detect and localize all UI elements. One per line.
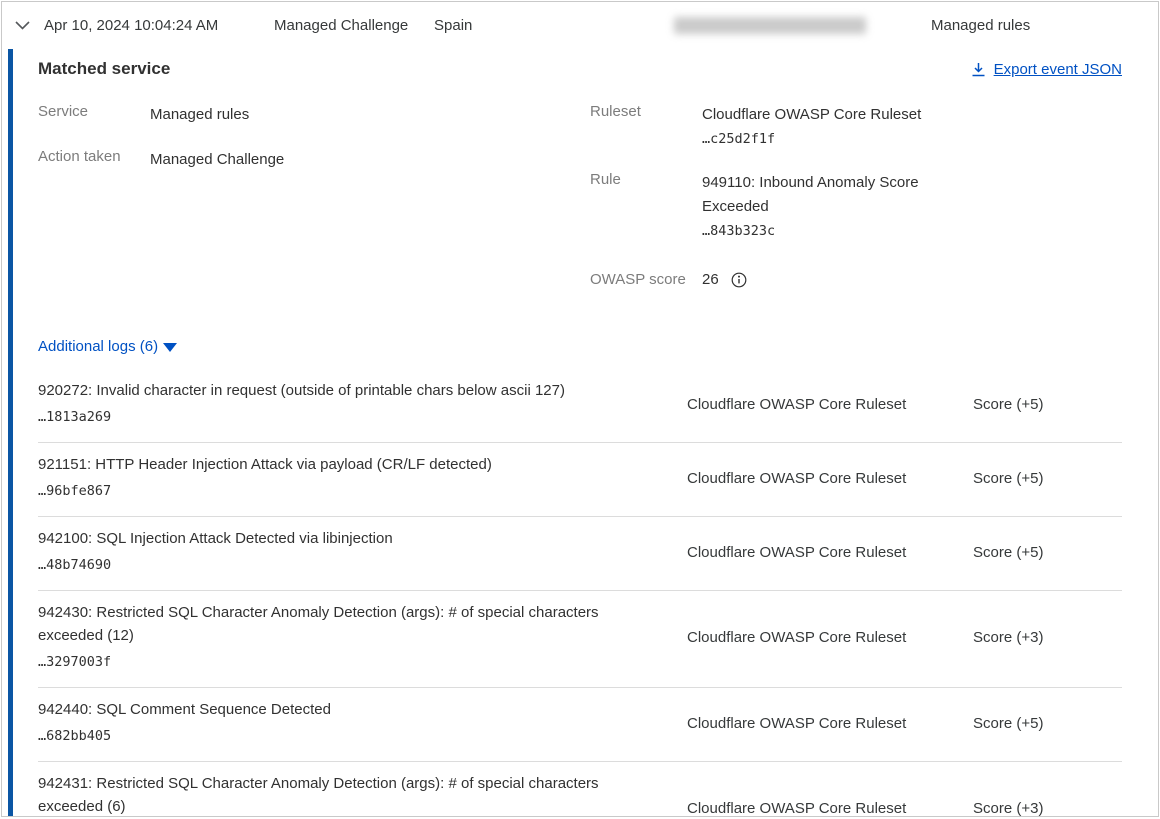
log-row: 942440: SQL Comment Sequence Detected …6… <box>38 688 1122 762</box>
rule-label: Rule <box>590 171 702 243</box>
log-ruleset: Cloudflare OWASP Core Ruleset <box>651 396 973 413</box>
log-rule-id: …1813a269 <box>38 405 651 429</box>
log-description: 942100: SQL Injection Attack Detected vi… <box>38 527 651 550</box>
log-ruleset: Cloudflare OWASP Core Ruleset <box>651 544 973 561</box>
owasp-score-field: OWASP score 26 <box>590 271 1122 288</box>
rule-value: 949110: Inbound Anomaly Score Exceeded <box>702 171 942 219</box>
log-description: 942440: SQL Comment Sequence Detected <box>38 698 651 721</box>
additional-logs-list: 920272: Invalid character in request (ou… <box>38 369 1122 817</box>
info-icon[interactable] <box>731 272 747 288</box>
owasp-score-value: 26 <box>702 271 719 288</box>
event-detail-panel: Matched service Export event JSON Servic… <box>2 49 1158 817</box>
download-icon <box>971 62 986 77</box>
log-description: 920272: Invalid character in request (ou… <box>38 379 651 402</box>
event-timestamp: Apr 10, 2024 10:04:24 AM <box>44 17 274 34</box>
ruleset-value: Cloudflare OWASP Core Ruleset <box>702 103 921 127</box>
log-score: Score (+5) <box>973 544 1122 561</box>
panel-title: Matched service <box>38 59 170 79</box>
log-score: Score (+5) <box>973 715 1122 732</box>
action-taken-label: Action taken <box>38 148 150 172</box>
log-score: Score (+5) <box>973 470 1122 487</box>
log-ruleset: Cloudflare OWASP Core Ruleset <box>651 470 973 487</box>
ruleset-field: Ruleset Cloudflare OWASP Core Ruleset …c… <box>590 103 1122 151</box>
service-label: Service <box>38 103 150 127</box>
additional-logs-toggle[interactable]: Additional logs (6) <box>38 338 158 355</box>
service-field: Service Managed rules <box>38 103 590 127</box>
export-event-json-label: Export event JSON <box>994 61 1122 78</box>
rule-field: Rule 949110: Inbound Anomaly Score Excee… <box>590 171 1122 243</box>
log-rule-id: …48b74690 <box>38 553 651 577</box>
event-country: Spain <box>434 17 674 34</box>
ruleset-id: …c25d2f1f <box>702 127 921 151</box>
ruleset-label: Ruleset <box>590 103 702 151</box>
action-taken-field: Action taken Managed Challenge <box>38 148 590 172</box>
log-rule-id: …682bb405 <box>38 724 651 748</box>
event-row-header[interactable]: Apr 10, 2024 10:04:24 AM Managed Challen… <box>2 2 1158 49</box>
selected-row-indicator-bar <box>8 49 13 817</box>
log-description: 942431: Restricted SQL Character Anomaly… <box>38 772 651 817</box>
log-row: 942431: Restricted SQL Character Anomaly… <box>38 762 1122 817</box>
log-row: 942430: Restricted SQL Character Anomaly… <box>38 591 1122 688</box>
triangle-down-icon[interactable] <box>163 343 177 352</box>
redacted-hostname <box>674 17 866 34</box>
action-taken-value: Managed Challenge <box>150 148 284 172</box>
matched-service-fields: Service Managed rules Action taken Manag… <box>38 103 1122 308</box>
service-value: Managed rules <box>150 103 249 127</box>
log-rule-id: …96bfe867 <box>38 479 651 503</box>
log-ruleset: Cloudflare OWASP Core Ruleset <box>651 715 973 732</box>
log-row: 920272: Invalid character in request (ou… <box>38 369 1122 443</box>
export-event-json-link[interactable]: Export event JSON <box>971 61 1122 78</box>
log-row: 921151: HTTP Header Injection Attack via… <box>38 443 1122 517</box>
chevron-down-icon[interactable] <box>15 17 32 34</box>
event-action-taken: Managed Challenge <box>274 17 434 34</box>
log-description: 921151: HTTP Header Injection Attack via… <box>38 453 651 476</box>
log-description: 942430: Restricted SQL Character Anomaly… <box>38 601 651 647</box>
event-service: Managed rules <box>931 17 1158 34</box>
log-ruleset: Cloudflare OWASP Core Ruleset <box>651 800 973 817</box>
owasp-score-label: OWASP score <box>590 271 702 288</box>
log-score: Score (+3) <box>973 800 1122 817</box>
log-row: 942100: SQL Injection Attack Detected vi… <box>38 517 1122 591</box>
log-score: Score (+5) <box>973 396 1122 413</box>
log-score: Score (+3) <box>973 629 1122 646</box>
log-ruleset: Cloudflare OWASP Core Ruleset <box>651 629 973 646</box>
event-card: Apr 10, 2024 10:04:24 AM Managed Challen… <box>1 1 1159 817</box>
rule-id: …843b323c <box>702 219 942 243</box>
log-rule-id: …3297003f <box>38 650 651 674</box>
